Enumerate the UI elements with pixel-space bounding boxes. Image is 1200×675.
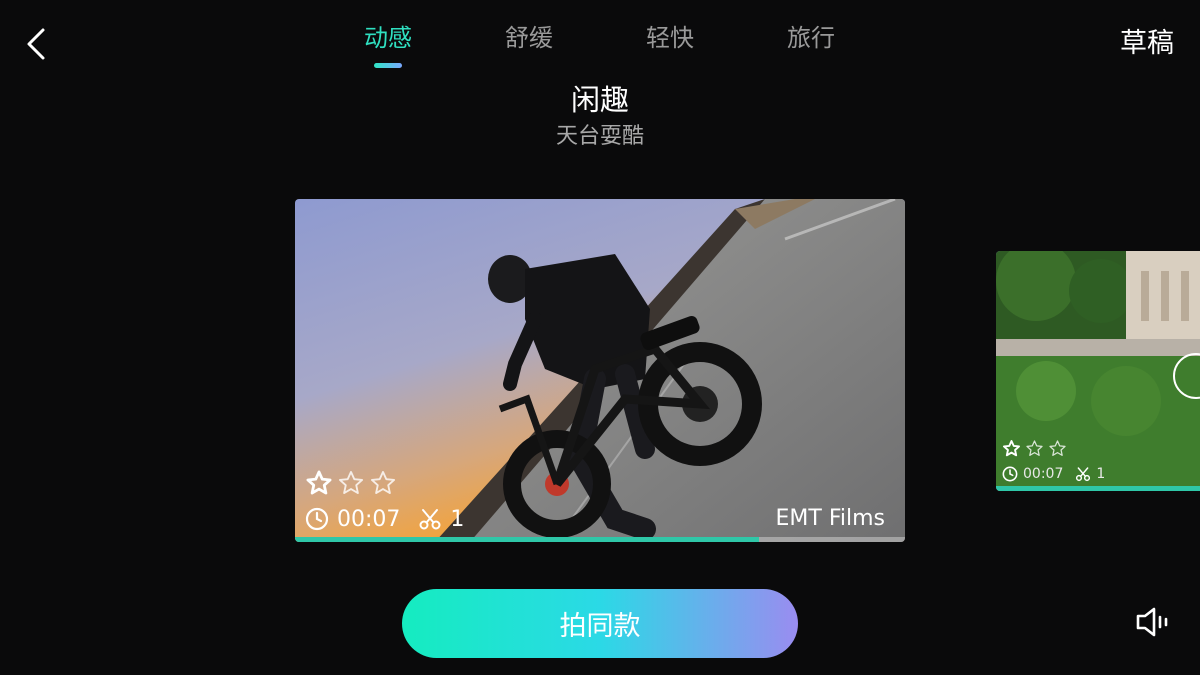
video-card-next[interactable]: 00:07 1 — [996, 251, 1200, 491]
playback-progress-next — [996, 486, 1200, 491]
rating-stars-next — [1002, 439, 1067, 458]
playback-progress-fill — [295, 537, 759, 542]
clip-count: 1 — [450, 506, 465, 532]
clock-icon — [305, 507, 329, 531]
active-tab-indicator — [374, 63, 402, 68]
playback-progress — [295, 537, 905, 542]
template-subtitle: 天台耍酷 — [555, 124, 644, 149]
tab-soothing[interactable]: 舒缓 — [479, 18, 579, 58]
rating-stars — [305, 469, 397, 497]
star-empty-icon — [1049, 440, 1066, 456]
scissors-icon — [1076, 467, 1091, 482]
clock-icon — [1002, 466, 1018, 482]
star-empty-icon — [370, 470, 396, 494]
author-name: EMT Films — [775, 506, 885, 531]
star-empty-icon — [1026, 440, 1043, 456]
drafts-button[interactable]: 草稿 — [1120, 24, 1174, 64]
template-browser-screen: 动感 舒缓 轻快 旅行 草稿 闲趣 天台耍酷 00:07 1 EMT Films… — [0, 0, 1200, 675]
playback-progress-fill-next — [996, 486, 1200, 491]
star-filled-icon — [1003, 440, 1020, 457]
video-card-main[interactable]: 00:07 1 EMT Films — [295, 199, 905, 542]
tab-light[interactable]: 轻快 — [620, 18, 720, 58]
template-title: 闲趣 — [570, 83, 629, 117]
speaker-icon — [1136, 607, 1168, 637]
sound-toggle[interactable] — [1134, 605, 1174, 641]
video-duration: 00:07 — [1023, 466, 1064, 482]
use-template-button[interactable]: 拍同款 — [402, 589, 798, 658]
tab-travel[interactable]: 旅行 — [761, 18, 861, 58]
scissors-icon — [419, 509, 441, 530]
video-meta: 00:07 1 — [305, 504, 464, 534]
star-empty-icon — [338, 470, 364, 494]
star-filled-icon — [306, 470, 332, 495]
video-meta-next: 00:07 1 — [1002, 464, 1105, 484]
tab-dynamic[interactable]: 动感 — [338, 18, 438, 58]
category-tabs: 动感 舒缓 轻快 旅行 — [0, 18, 1200, 78]
clip-count: 1 — [1096, 466, 1106, 482]
video-duration: 00:07 — [337, 506, 401, 532]
